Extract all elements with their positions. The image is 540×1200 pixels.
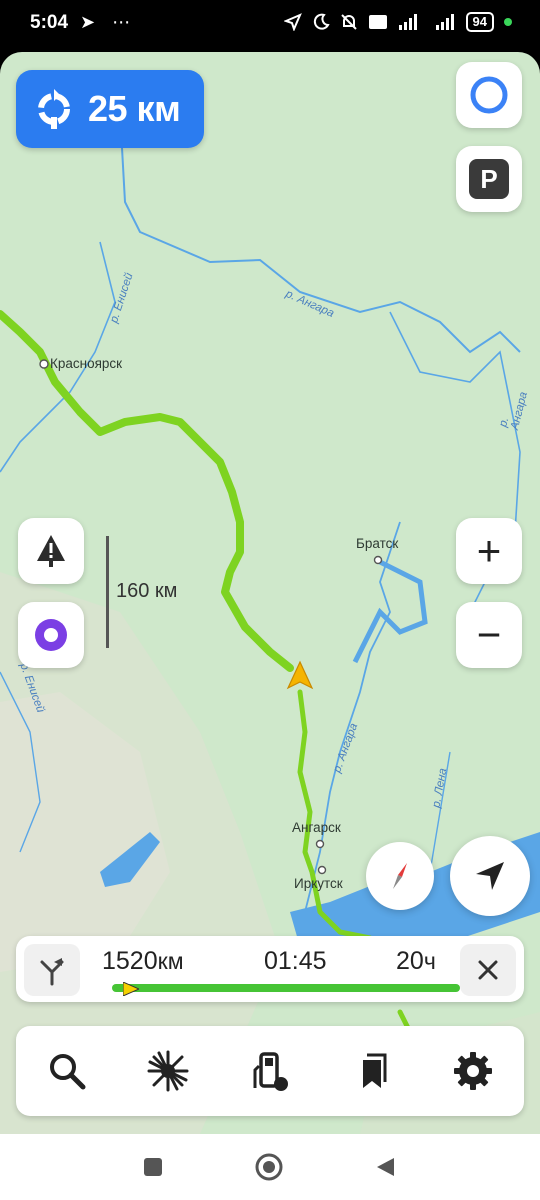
status-icons: 94 [283,12,512,32]
remaining-distance-unit: км [157,948,184,974]
city-label: Красноярск [50,356,123,371]
alice-top-button[interactable] [456,62,522,128]
alternative-routes-button[interactable] [24,944,80,996]
remaining-time: 01:45 [264,947,327,975]
navigation-arrow-icon [476,862,504,890]
route-fork-icon [40,958,64,986]
square-icon [144,1158,162,1176]
volte-icon [368,15,387,29]
roundabout-icon [38,89,70,129]
location-arrow-icon [283,13,302,31]
bookmarks-button[interactable] [337,1036,407,1106]
alice-voice-assistant-icon [35,619,67,651]
city-label: Иркутск [294,876,343,891]
home-button[interactable] [254,1152,284,1182]
settings-icon [454,1052,493,1090]
search-icon [49,1054,86,1090]
arrival-time-value: 20 [396,947,424,975]
bell-off-icon [340,14,357,30]
progress-cursor-icon [123,982,139,996]
my-location-button[interactable] [450,836,530,916]
maneuver-banner[interactable]: 25 км [16,70,204,148]
city-label: Братск [356,536,399,551]
status-bar: 5:04 ➤ ⋯ 94 [0,0,540,50]
recents-button[interactable] [138,1152,168,1182]
bookmarks-icon [362,1053,387,1088]
arrival-time-unit: ч [423,948,436,974]
road-event-button[interactable] [18,518,84,584]
traffic-icon [147,1050,189,1092]
telegram-notification-icon: ➤ ⋯ [80,12,137,32]
gas-stations-button[interactable] [235,1036,305,1106]
triangle-back-icon [377,1158,394,1176]
zoom-in-button[interactable]: + [456,518,522,584]
signal-icon [398,14,417,30]
battery-indicator: 94 [465,12,494,32]
maneuver-distance: 25 км [88,88,181,129]
system-navigation-bar [0,1134,540,1200]
circle-icon [255,1153,283,1181]
parking-button[interactable]: P [456,146,522,212]
alice-button[interactable] [18,602,84,668]
gas-station-icon [253,1052,288,1091]
traffic-button[interactable] [133,1036,203,1106]
back-button[interactable] [370,1152,400,1182]
search-button[interactable] [32,1036,102,1106]
compass-icon [393,863,407,889]
remaining-distance: 1520км [102,947,184,976]
close-route-button[interactable] [460,944,516,996]
close-icon [478,960,498,980]
moon-icon [313,13,330,30]
minus-icon: − [476,611,502,658]
scale-label: 160 км [116,580,178,602]
city-label: Ангарск [292,820,341,835]
route-progress-bar [112,984,460,992]
route-progress-fill [112,984,460,992]
road-event-warning-icon [37,535,65,567]
plus-icon: + [476,527,502,574]
map-scale: 160 км [106,536,196,650]
status-dot [504,18,512,26]
alice-circle-icon [470,76,508,114]
settings-button[interactable] [438,1036,508,1106]
status-time: 5:04 [30,12,69,33]
bottom-toolbar [16,1026,524,1116]
compass-button[interactable] [366,842,434,910]
zoom-out-button[interactable]: − [456,602,522,668]
scale-bar [106,536,109,648]
route-info-panel[interactable]: 1520км 01:45 20ч [16,936,524,1002]
parking-icon: P [469,159,509,199]
h-plus-signal-icon [435,14,454,30]
remaining-distance-value: 1520 [102,947,158,975]
arrival-time: 20ч [396,947,436,976]
